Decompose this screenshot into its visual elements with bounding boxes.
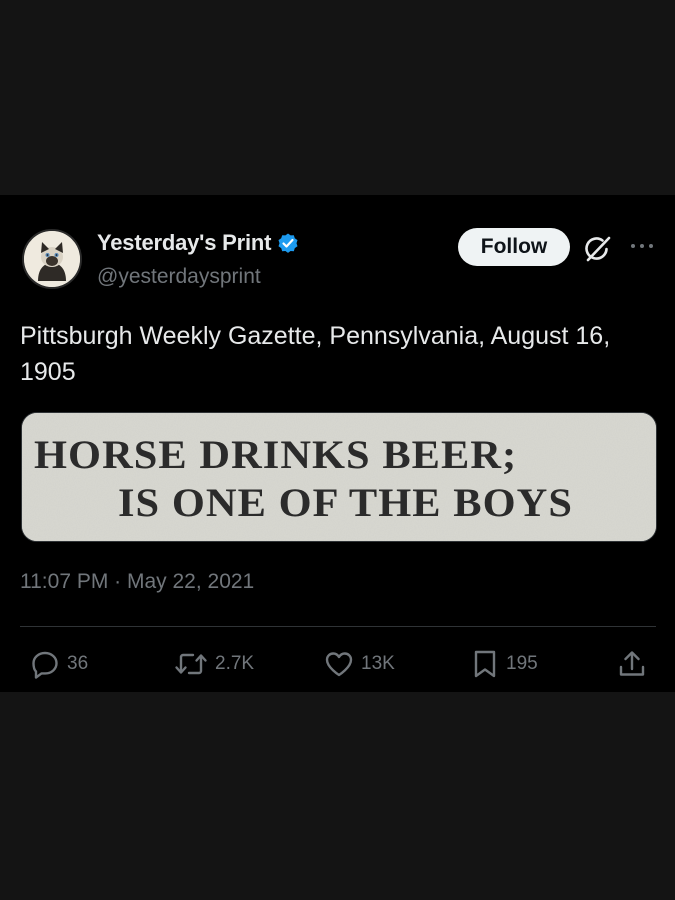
grok-icon[interactable] [582,233,614,265]
avatar[interactable] [22,229,82,289]
heart-icon [325,652,353,677]
bookmark-button[interactable]: 195 [470,648,538,680]
tweet-timestamp[interactable]: 11:07 PM · May 22, 2021 [20,570,254,594]
bookmark-icon [474,650,496,678]
share-button[interactable] [616,648,648,680]
verified-badge-icon[interactable] [276,231,300,255]
cat-avatar-icon [24,231,80,287]
repost-count: 2.7K [215,653,255,674]
follow-button[interactable]: Follow [458,228,570,266]
top-letterbox [0,0,675,195]
divider [20,626,656,627]
reply-icon [32,651,58,679]
reply-button[interactable]: 36 [29,648,88,680]
clipping-headline-line-2: IS ONE OF THE BOYS [118,480,573,525]
more-options-icon[interactable] [627,234,657,258]
share-icon [619,651,645,676]
author-handle[interactable]: @yesterdaysprint [97,265,261,289]
author-display-name[interactable]: Yesterday's Print [97,230,271,256]
like-count: 13K [361,653,395,674]
tweet-text: Pittsburgh Weekly Gazette, Pennsylvania,… [20,322,611,386]
like-button[interactable]: 13K [323,648,395,680]
repost-icon [175,653,207,675]
repost-button[interactable]: 2.7K [173,648,254,680]
bottom-letterbox [0,692,675,900]
clipping-headline-line-1: HORSE DRINKS BEER; [34,432,518,477]
reply-count: 36 [67,653,89,674]
author-name-row: Yesterday's Print [97,230,300,256]
bookmark-count: 195 [506,653,538,674]
tweet-image[interactable]: HORSE DRINKS BEER; IS ONE OF THE BOYS [21,412,657,542]
